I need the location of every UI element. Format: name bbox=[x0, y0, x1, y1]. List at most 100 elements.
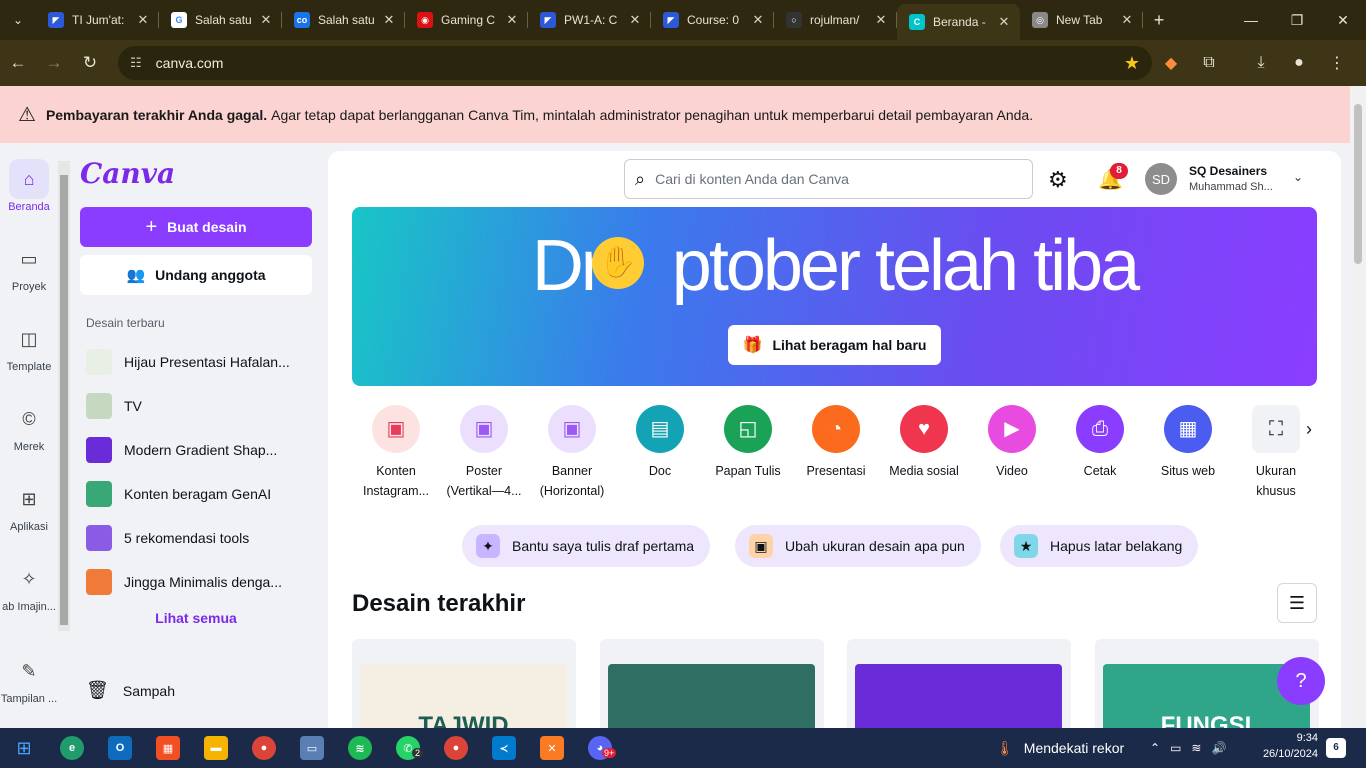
design-type-shortcut[interactable]: ▣ Poster (Vertikal—4... bbox=[440, 405, 528, 501]
browser-tab[interactable]: ◤ PW1-A: C ✕ bbox=[528, 0, 651, 40]
design-type-shortcut[interactable]: ▣ Banner (Horizontal) bbox=[528, 405, 616, 501]
list-view-toggle[interactable]: ☰ bbox=[1277, 583, 1317, 623]
xampp-icon[interactable]: ✕ bbox=[528, 728, 576, 768]
design-type-shortcut[interactable]: ▦ Situs web bbox=[1144, 405, 1232, 481]
rail-scrollbar[interactable] bbox=[58, 161, 70, 631]
profile-avatar-icon[interactable]: ● bbox=[1280, 54, 1318, 72]
close-window-button[interactable]: ✕ bbox=[1320, 12, 1366, 29]
extensions-puzzle-icon[interactable]: ⧉ bbox=[1190, 54, 1228, 72]
tab-close-icon[interactable]: ✕ bbox=[504, 12, 520, 28]
chevron-down-icon[interactable]: ⌄ bbox=[1293, 170, 1303, 184]
chrome-profile-icon[interactable]: ● bbox=[432, 728, 480, 768]
bookmark-star-icon[interactable]: ★ bbox=[1124, 53, 1140, 74]
account-name[interactable]: SQ Desainers bbox=[1189, 164, 1267, 178]
browser-tab[interactable]: co Salah satu ✕ bbox=[282, 0, 405, 40]
download-icon[interactable]: ⤓ bbox=[1242, 54, 1280, 72]
browser-tab[interactable]: ○ rojulman/ ✕ bbox=[774, 0, 897, 40]
recent-design-item[interactable]: Modern Gradient Shap... bbox=[86, 437, 312, 463]
settings-gear-icon[interactable]: ⚙ bbox=[1048, 167, 1068, 193]
discord-icon[interactable]: ◕ 9+ bbox=[576, 728, 624, 768]
start-button[interactable]: ⊞ bbox=[0, 728, 48, 768]
minimize-button[interactable]: — bbox=[1228, 12, 1274, 29]
suggestion-chip[interactable]: ✦ Bantu saya tulis draf pertama bbox=[462, 525, 711, 567]
rail-item[interactable]: ✎ Tampilan ... bbox=[0, 651, 58, 706]
remote-desktop-icon[interactable]: ▭ bbox=[288, 728, 336, 768]
canva-logo[interactable]: Canva bbox=[80, 157, 175, 190]
tab-close-icon[interactable]: ✕ bbox=[750, 12, 766, 28]
design-type-shortcut[interactable]: ⎙ Cetak bbox=[1056, 405, 1144, 481]
spotify-icon[interactable]: ≋ bbox=[336, 728, 384, 768]
new-tab-button[interactable]: + bbox=[1143, 10, 1175, 31]
rail-item[interactable]: ▭ Proyek bbox=[0, 239, 58, 294]
design-type-shortcut[interactable]: ▣ Konten Instagram... bbox=[352, 405, 440, 501]
store-icon[interactable]: ▦ bbox=[144, 728, 192, 768]
rail-item[interactable]: ◫ Template bbox=[0, 319, 58, 374]
vscode-icon[interactable]: ≺ bbox=[480, 728, 528, 768]
tab-close-icon[interactable]: ✕ bbox=[1119, 12, 1135, 28]
outlook-icon[interactable]: O bbox=[96, 728, 144, 768]
suggestion-chip[interactable]: ★ Hapus latar belakang bbox=[1000, 525, 1199, 567]
browser-tab[interactable]: C Beranda - ✕ bbox=[897, 4, 1020, 40]
rail-item[interactable]: © Merek bbox=[0, 399, 58, 454]
recent-design-item[interactable]: Konten beragam GenAI bbox=[86, 481, 312, 507]
design-type-shortcut[interactable]: ◱ Papan Tulis bbox=[704, 405, 792, 481]
restore-button[interactable]: ❐ bbox=[1274, 12, 1320, 29]
page-scrollbar[interactable] bbox=[1350, 86, 1366, 728]
tab-close-icon[interactable]: ✕ bbox=[135, 12, 151, 28]
network-icon[interactable]: ▭ bbox=[1170, 741, 1181, 755]
tab-close-icon[interactable]: ✕ bbox=[381, 12, 397, 28]
create-design-button[interactable]: + Buat desain bbox=[80, 207, 312, 247]
chrome-icon[interactable]: ● bbox=[240, 728, 288, 768]
whatsapp-icon[interactable]: ✆ 2 bbox=[384, 728, 432, 768]
site-info-icon[interactable]: ☷ bbox=[130, 55, 142, 71]
recent-design-card[interactable]: PELUNCURAN bbox=[847, 639, 1071, 728]
back-button[interactable]: ← bbox=[0, 53, 36, 73]
browser-tab[interactable]: ◤ TI Jum'at: ✕ bbox=[36, 0, 159, 40]
recent-design-item[interactable]: Hijau Presentasi Hafalan... bbox=[86, 349, 312, 375]
weather-widget[interactable]: 🌡 Mendekati rekor bbox=[996, 728, 1124, 768]
volume-icon[interactable]: 🔊 bbox=[1211, 741, 1226, 755]
browser-tab[interactable]: ◉ Gaming C ✕ bbox=[405, 0, 528, 40]
design-type-shortcut[interactable]: ◔ Presentasi bbox=[792, 405, 880, 481]
search-input[interactable]: ⌕ Cari di konten Anda dan Canva bbox=[624, 159, 1033, 199]
wifi-icon[interactable]: ≋ bbox=[1191, 741, 1201, 755]
design-type-shortcut[interactable]: ▤ Doc bbox=[616, 405, 704, 481]
forward-button[interactable]: → bbox=[36, 53, 72, 73]
tab-close-icon[interactable]: ✕ bbox=[627, 12, 643, 28]
chevron-right-icon[interactable]: › bbox=[1306, 419, 1312, 440]
recent-design-item[interactable]: 5 rekomendasi tools bbox=[86, 525, 312, 551]
rail-item[interactable]: ⌂ Beranda bbox=[0, 159, 58, 213]
tab-close-icon[interactable]: ✕ bbox=[996, 14, 1012, 30]
clock[interactable]: 9:34 26/10/2024 bbox=[1238, 730, 1318, 762]
trash-button[interactable]: 🗑 Sampah bbox=[86, 680, 175, 701]
help-button[interactable]: ? bbox=[1277, 657, 1325, 705]
tray-chevron-icon[interactable]: ⌃ bbox=[1150, 741, 1160, 755]
recent-design-item[interactable]: TV bbox=[86, 393, 312, 419]
suggestion-chip[interactable]: ▣ Ubah ukuran desain apa pun bbox=[735, 525, 981, 567]
avatar[interactable]: SD bbox=[1145, 163, 1177, 195]
tab-search-button[interactable]: ⌄ bbox=[0, 0, 36, 40]
browser-menu-icon[interactable]: ⋮ bbox=[1318, 53, 1356, 73]
invite-members-button[interactable]: 👥 Undang anggota bbox=[80, 255, 312, 295]
notification-center-badge[interactable]: 6 bbox=[1326, 738, 1346, 758]
see-all-link[interactable]: Lihat semua bbox=[72, 610, 320, 626]
browser-tab[interactable]: ◎ New Tab ✕ bbox=[1020, 0, 1143, 40]
tab-close-icon[interactable]: ✕ bbox=[258, 12, 274, 28]
rail-item[interactable]: ⊞ Aplikasi bbox=[0, 479, 58, 534]
extension-icon[interactable]: ◆ bbox=[1152, 53, 1190, 73]
rail-item[interactable]: ✧ ab Imajin... bbox=[0, 559, 58, 614]
see-whats-new-button[interactable]: 🎁 Lihat beragam hal baru bbox=[728, 325, 941, 365]
edge-icon[interactable]: e bbox=[48, 728, 96, 768]
browser-tab[interactable]: ◤ Course: 0 ✕ bbox=[651, 0, 774, 40]
recent-design-card[interactable]: SELAMAT DATANG · Peserta PRA EBTAQ bbox=[599, 639, 824, 728]
account-subtitle[interactable]: Muhammad Sh... bbox=[1189, 181, 1273, 193]
design-type-shortcut[interactable]: ▶ Video bbox=[968, 405, 1056, 481]
browser-tab[interactable]: G Salah satu ✕ bbox=[159, 0, 282, 40]
file-explorer-icon[interactable]: ▬ bbox=[192, 728, 240, 768]
recent-design-item[interactable]: Jingga Minimalis denga... bbox=[86, 569, 312, 595]
recent-design-card[interactable]: TAJWID bbox=[352, 639, 576, 728]
design-type-shortcut[interactable]: ♥ Media sosial bbox=[880, 405, 968, 481]
reload-button[interactable]: ↻ bbox=[72, 53, 108, 73]
tab-close-icon[interactable]: ✕ bbox=[873, 12, 889, 28]
address-bar[interactable]: ☷ canva.com ★ bbox=[118, 46, 1152, 80]
